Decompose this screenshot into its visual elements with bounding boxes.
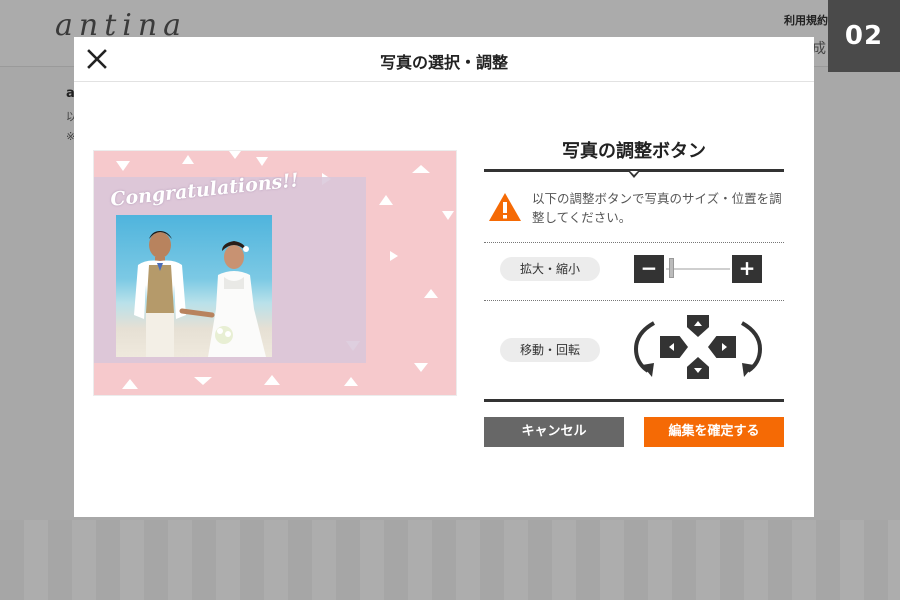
zoom-slider-track[interactable] (666, 268, 730, 270)
confetti-triangle (390, 251, 398, 261)
cancel-button[interactable]: キャンセル (484, 417, 624, 447)
confetti-triangle (414, 363, 428, 372)
move-left-button[interactable] (660, 336, 688, 358)
modal-header: 写真の選択・調整 (74, 37, 814, 82)
zoom-in-button[interactable]: + (732, 255, 762, 283)
rotate-left-icon[interactable] (632, 315, 658, 379)
buttons-divider (484, 399, 784, 402)
confetti-triangle (116, 161, 130, 171)
terms-link: 利用規約 (784, 14, 828, 27)
zoom-slider-thumb[interactable] (668, 258, 674, 278)
confetti-triangle (442, 211, 454, 220)
adjust-instructions: 以下の調整ボタンで写真のサイズ・位置を調整してください。 (532, 191, 782, 225)
confetti-triangle (182, 155, 194, 164)
rotate-right-icon[interactable] (738, 315, 764, 379)
move-rotate-controls (632, 315, 764, 379)
step-badge: 02 (828, 0, 900, 72)
zoom-label: 拡大・縮小 (500, 257, 600, 281)
photo-adjust-modal: 写真の選択・調整 Congratulations!! 写真の調整ボタン 以下の調… (74, 37, 814, 517)
background-pattern (0, 520, 900, 600)
move-up-button[interactable] (687, 315, 709, 337)
confetti-triangle (264, 375, 280, 385)
move-rotate-label: 移動・回転 (500, 338, 600, 362)
couple-photo[interactable] (116, 215, 272, 357)
confetti-triangle (424, 289, 438, 298)
confetti-triangle (122, 379, 138, 389)
couple-photo-illustration (134, 231, 266, 357)
warning-icon (489, 193, 521, 221)
confetti-triangle (229, 151, 241, 159)
zoom-out-button[interactable]: − (634, 255, 664, 283)
confetti-triangle (194, 377, 212, 385)
confetti-triangle (412, 165, 430, 173)
arrow-down-icon (694, 368, 702, 373)
confetti-triangle (344, 377, 358, 386)
arrow-left-icon (669, 343, 674, 351)
confetti-triangle (256, 157, 268, 166)
background-partial-text: 成 (812, 41, 826, 57)
move-right-button[interactable] (708, 336, 736, 358)
adjust-panel-title: 写真の調整ボタン (562, 141, 706, 162)
modal-title: 写真の選択・調整 (379, 53, 508, 72)
title-divider-notch-inner (630, 171, 638, 175)
confirm-edit-button[interactable]: 編集を確定する (644, 417, 784, 447)
section-divider (484, 242, 784, 243)
move-down-button[interactable] (687, 357, 709, 379)
photo-preview[interactable]: Congratulations!! (94, 151, 456, 395)
confetti-triangle (379, 195, 393, 205)
section-divider (484, 300, 784, 301)
arrow-up-icon (694, 321, 702, 326)
arrow-right-icon (722, 343, 727, 351)
